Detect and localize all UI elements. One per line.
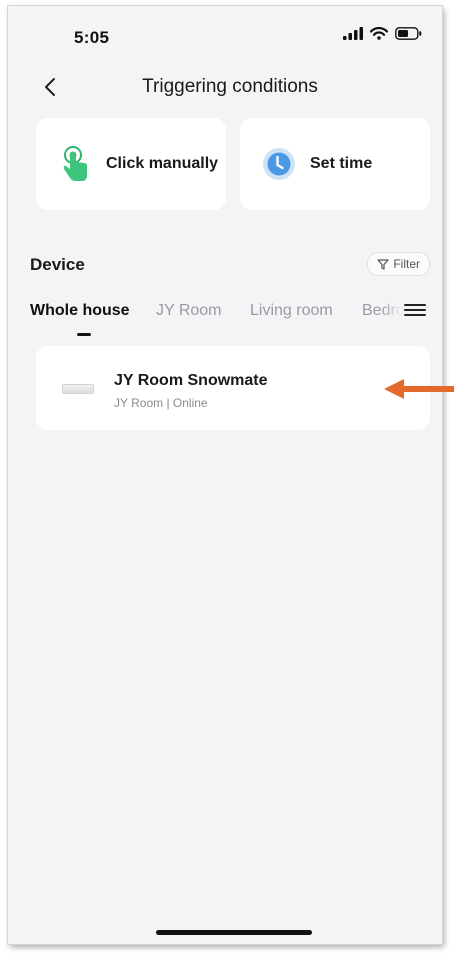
hand-tap-icon	[56, 145, 94, 183]
annotation-arrow-icon	[384, 379, 454, 399]
status-bar: 5:05	[8, 6, 442, 54]
home-indicator[interactable]	[156, 930, 312, 935]
tab-jy-room[interactable]: JY Room	[156, 302, 222, 320]
tab-fade	[380, 300, 404, 324]
tab-living-room[interactable]: Living room	[250, 302, 333, 320]
set-time-label: Set time	[310, 155, 373, 172]
device-section-title: Device	[30, 255, 85, 274]
active-tab-indicator	[77, 333, 91, 336]
signal-icon	[343, 27, 363, 40]
clock-icon	[260, 145, 298, 183]
filter-label: Filter	[393, 257, 420, 271]
battery-icon	[395, 27, 422, 40]
tab-menu-icon[interactable]	[404, 302, 426, 320]
tab-whole-house[interactable]: Whole house	[30, 302, 130, 320]
phone-screen: 5:05 Triggering conditions Click manuall…	[8, 6, 442, 944]
click-manually-option[interactable]: Click manually	[36, 118, 226, 210]
nav-bar: Triggering conditions	[8, 68, 442, 108]
status-time: 5:05	[74, 28, 110, 47]
device-status: JY Room | Online	[114, 396, 208, 410]
device-card[interactable]: JY Room Snowmate JY Room | Online	[36, 346, 430, 430]
wifi-icon	[370, 27, 388, 40]
air-conditioner-icon	[62, 384, 94, 394]
set-time-option[interactable]: Set time	[240, 118, 430, 210]
click-manually-label: Click manually	[106, 155, 219, 172]
device-name: JY Room Snowmate	[114, 372, 268, 389]
filter-button[interactable]: Filter	[367, 252, 430, 276]
page-title: Triggering conditions	[142, 76, 318, 97]
status-icons	[343, 27, 422, 40]
filter-icon	[377, 258, 389, 270]
